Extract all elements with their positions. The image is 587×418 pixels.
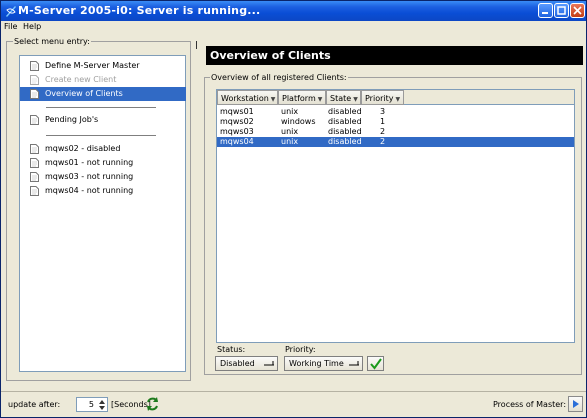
separator [46,135,156,136]
nav-item-label: mqws01 - not running [45,158,134,167]
title-bar[interactable]: M-Server 2005-i0: Server is running... [1,1,586,21]
spin-down-icon[interactable] [98,405,106,411]
refresh-button[interactable] [144,396,161,412]
refresh-icon [147,397,158,411]
cell-platform: windows [281,117,316,126]
document-icon [30,144,39,154]
cell-workstation: mqws04 [220,137,254,146]
status-dropdown[interactable]: Disabled [215,356,278,371]
document-icon [30,61,39,71]
status-bar: update after: 5 [Seconds] Process of Mas… [1,391,586,417]
cell-state: disabled [328,137,362,146]
nav-item-mqws03[interactable]: mqws03 - not running [20,170,186,184]
nav-item-label: Create new Client [45,75,117,84]
cell-state: disabled [328,107,362,116]
maximize-button[interactable] [554,3,569,18]
nav-item-overview-clients[interactable]: Overview of Clients [20,87,186,101]
cell-state: disabled [328,117,362,126]
priority-value: Working Time [289,359,344,368]
status-value: Disabled [220,359,255,368]
apply-button[interactable] [367,356,384,371]
app-window: M-Server 2005-i0: Server is running... F… [0,0,587,418]
panel-splitter[interactable] [194,41,200,381]
nav-item-label: Overview of Clients [45,89,123,98]
column-header-platform[interactable]: Platform ▼ [278,90,326,105]
document-icon [30,89,39,99]
cell-state: disabled [328,127,362,136]
update-after-label: update after: [8,400,61,409]
cell-priority: 2 [380,127,386,136]
column-header-workstation[interactable]: Workstation ▼ [217,90,278,105]
window-title: M-Server 2005-i0: Server is running... [18,4,261,17]
cell-priority: 1 [380,117,386,126]
process-master-button[interactable] [568,396,583,412]
sort-arrow-icon: ▼ [353,96,358,103]
menu-entry-panel: Select menu entry: Define M-Server Maste… [6,37,191,381]
nav-item-define-master[interactable]: Define M-Server Master [20,59,186,73]
menu-entry-list: Define M-Server Master Create new Client… [19,55,186,372]
sort-arrow-icon: ▼ [395,96,401,103]
table-row[interactable]: mqws02 windows disabled 1 [217,117,574,127]
maximize-icon [557,6,566,15]
cell-priority: 2 [380,137,386,146]
menu-entry-legend: Select menu entry: [13,37,91,46]
nav-item-mqws01[interactable]: mqws01 - not running [20,156,186,170]
document-icon [30,158,39,168]
splitter-grip [196,41,197,49]
nav-item-label: Define M-Server Master [45,61,140,70]
column-header-priority[interactable]: Priority ▼ [361,90,404,105]
update-interval-value: 5 [88,400,94,409]
cell-workstation: mqws01 [220,107,254,116]
document-icon [30,186,39,196]
nav-item-label: mqws04 - not running [45,186,134,195]
table-header: Workstation ▼ Platform ▼ State ▼ Priority ▼ [217,90,574,105]
priority-label: Priority: [285,345,316,354]
cell-workstation: mqws03 [220,127,254,136]
menu-bar: File Help [1,21,586,33]
update-interval-spinner[interactable]: 5 [76,397,108,412]
minimize-button[interactable] [538,3,553,18]
nav-item-pending-jobs[interactable]: Pending Job's [20,113,186,127]
menu-help[interactable]: Help [23,21,41,33]
cell-workstation: mqws02 [220,117,254,126]
table-row[interactable]: mqws01 unix disabled 3 [217,107,574,117]
client-edit-controls: Status: Priority: Disabled Working Time [215,345,575,375]
document-icon [30,75,39,85]
nav-item-label: mqws03 - not running [45,172,134,181]
nav-item-label: Pending Job's [45,115,99,124]
app-icon [6,6,16,17]
process-of-master-label: Process of Master: [493,400,567,409]
checkmark-icon [370,358,382,370]
table-row[interactable]: mqws03 unix disabled 2 [217,127,574,137]
sort-arrow-icon: ▼ [317,96,323,103]
clients-table: Workstation ▼ Platform ▼ State ▼ Priority ▼ … [216,89,575,343]
nav-item-create-client[interactable]: Create new Client [20,73,186,87]
priority-dropdown[interactable]: Working Time [284,356,363,371]
document-icon [30,115,39,125]
minimize-icon [542,12,548,14]
separator [46,107,156,108]
cell-priority: 3 [380,107,386,116]
clients-group: Overview of all registered Clients: Work… [204,73,582,375]
document-icon [30,172,39,182]
dropdown-icon [349,361,359,366]
cell-platform: unix [281,107,299,116]
close-button[interactable] [570,3,585,18]
sort-arrow-icon: ▼ [270,96,276,103]
status-label: Status: [217,345,246,354]
nav-item-mqws02[interactable]: mqws02 - disabled [20,142,186,156]
column-header-state[interactable]: State ▼ [326,90,361,105]
dropdown-icon [264,361,274,366]
nav-item-label: mqws02 - disabled [45,144,121,153]
page-title: Overview of Clients [206,46,583,65]
menu-file[interactable]: File [4,21,17,33]
clients-group-legend: Overview of all registered Clients: [210,73,348,82]
play-icon [573,400,579,408]
cell-platform: unix [281,137,299,146]
nav-item-mqws04[interactable]: mqws04 - not running [20,184,186,198]
close-icon [573,6,582,15]
table-row[interactable]: mqws04 unix disabled 2 [217,137,574,147]
cell-platform: unix [281,127,299,136]
